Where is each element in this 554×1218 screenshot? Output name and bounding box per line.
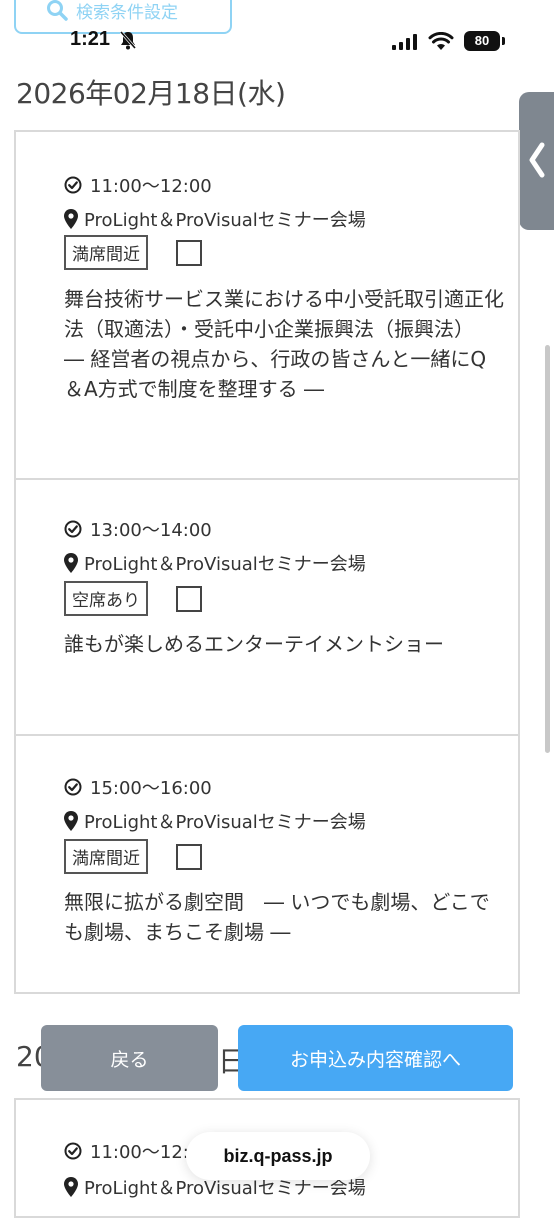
session-time-row: 11:00〜12:00	[64, 172, 212, 198]
back-button[interactable]: 戻る	[41, 1025, 218, 1091]
map-pin-icon	[64, 553, 78, 573]
session-location: ProLight＆ProVisualセミナー会場	[84, 210, 366, 231]
status-bar: 1:21 80	[0, 22, 554, 62]
session-time: 11:00〜12:	[90, 1142, 189, 1163]
clock-check-icon	[64, 176, 82, 194]
session-location-row: ProLight＆ProVisualセミナー会場	[64, 550, 366, 576]
session-card: 13:00〜14:00 ProLight＆ProVisualセミナー会場 空席あ…	[14, 478, 520, 736]
session-location: ProLight＆ProVisualセミナー会場	[84, 812, 366, 833]
session-time-row: 13:00〜14:00	[64, 516, 212, 542]
battery-tip	[502, 37, 505, 45]
search-conditions-label: 検索条件設定	[76, 2, 178, 23]
availability-badge: 満席間近	[64, 235, 148, 270]
session-title: 誰もが楽しめるエンターテイメントショー	[64, 632, 444, 656]
availability-badge: 満席間近	[64, 839, 148, 874]
session-location-row: ProLight＆ProVisualセミナー会場	[64, 206, 366, 232]
session-time-row: 11:00〜12:	[64, 1138, 189, 1164]
clock-check-icon	[64, 778, 82, 796]
session-status-row: 満席間近	[64, 839, 202, 874]
battery-indicator: 80	[464, 31, 500, 51]
session-select-checkbox[interactable]	[176, 843, 202, 870]
session-card: 15:00〜16:00 ProLight＆ProVisualセミナー会場 満席間…	[14, 734, 520, 994]
clock-check-icon	[64, 1142, 82, 1160]
session-location: ProLight＆ProVisualセミナー会場	[84, 554, 366, 575]
confirm-application-button[interactable]: お申込み内容確認へ	[238, 1025, 513, 1091]
map-pin-icon	[64, 1177, 78, 1197]
bell-muted-icon	[119, 31, 137, 50]
session-location-row: ProLight＆ProVisualセミナー会場	[64, 808, 366, 834]
cellular-signal-icon	[392, 34, 417, 50]
session-select-checkbox[interactable]	[176, 585, 202, 612]
session-status-row: 空席あり	[64, 581, 202, 616]
session-list: 11:00〜12:00 ProLight＆ProVisualセミナー会場 満席間…	[14, 130, 520, 994]
scrollbar[interactable]	[545, 345, 550, 753]
map-pin-icon	[64, 209, 78, 229]
chevron-left-icon	[529, 142, 545, 178]
wifi-icon	[428, 32, 454, 50]
session-card: 11:00〜12:00 ProLight＆ProVisualセミナー会場 満席間…	[14, 130, 520, 480]
session-title: 舞台技術サービス業における中小受託取引適正化法（取適法）・受託中小企業振興法（振…	[64, 287, 504, 401]
status-time: 1:21	[70, 28, 111, 50]
session-time: 15:00〜16:00	[90, 778, 212, 799]
search-icon	[47, 0, 68, 21]
availability-badge: 空席あり	[64, 581, 148, 616]
url-text: biz.q-pass.jp	[223, 1145, 333, 1166]
clock-check-icon	[64, 520, 82, 538]
session-select-checkbox[interactable]	[176, 239, 202, 266]
session-time: 11:00〜12:00	[90, 176, 212, 197]
date-heading: 2026年02月18日(水)	[16, 77, 286, 110]
session-title: 無限に拡がる劇空間 ― いつでも劇場、どこでも劇場、まちこそ劇場 ―	[64, 890, 490, 944]
session-status-row: 満席間近	[64, 235, 202, 270]
browser-url-bar[interactable]: biz.q-pass.jp	[186, 1132, 370, 1180]
map-pin-icon	[64, 811, 78, 831]
session-time: 13:00〜14:00	[90, 520, 212, 541]
side-drawer-toggle[interactable]	[519, 92, 554, 230]
session-time-row: 15:00〜16:00	[64, 774, 212, 800]
